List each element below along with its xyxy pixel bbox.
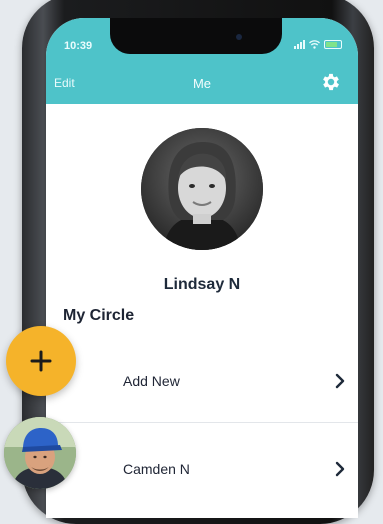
chevron-right-icon <box>335 373 345 389</box>
gear-icon[interactable] <box>320 71 342 93</box>
camera-icon <box>236 34 242 40</box>
avatar[interactable] <box>4 417 76 489</box>
add-button[interactable] <box>6 326 76 396</box>
phone-notch <box>110 18 282 54</box>
chevron-right-icon <box>335 461 345 477</box>
member-photo <box>4 417 76 489</box>
row-label: Camden N <box>123 461 190 477</box>
app-screen: 10:39 Edit Me Lindsay N My Circle Add Ne… <box>46 18 358 518</box>
row-label: Add New <box>123 373 180 389</box>
profile-photo <box>141 128 263 250</box>
status-icons <box>294 40 342 49</box>
add-new-row[interactable]: Add New <box>46 335 358 421</box>
page-title: Me <box>192 76 212 91</box>
signal-icon <box>294 40 305 49</box>
profile-name: Lindsay N <box>163 276 241 293</box>
battery-icon <box>324 40 342 49</box>
circle-member-row[interactable]: Camden N <box>46 422 358 509</box>
plus-icon <box>30 350 52 372</box>
profile-avatar[interactable] <box>141 128 263 250</box>
wifi-icon <box>309 40 320 49</box>
status-time: 10:39 <box>64 40 93 52</box>
section-title: My Circle <box>63 307 135 324</box>
